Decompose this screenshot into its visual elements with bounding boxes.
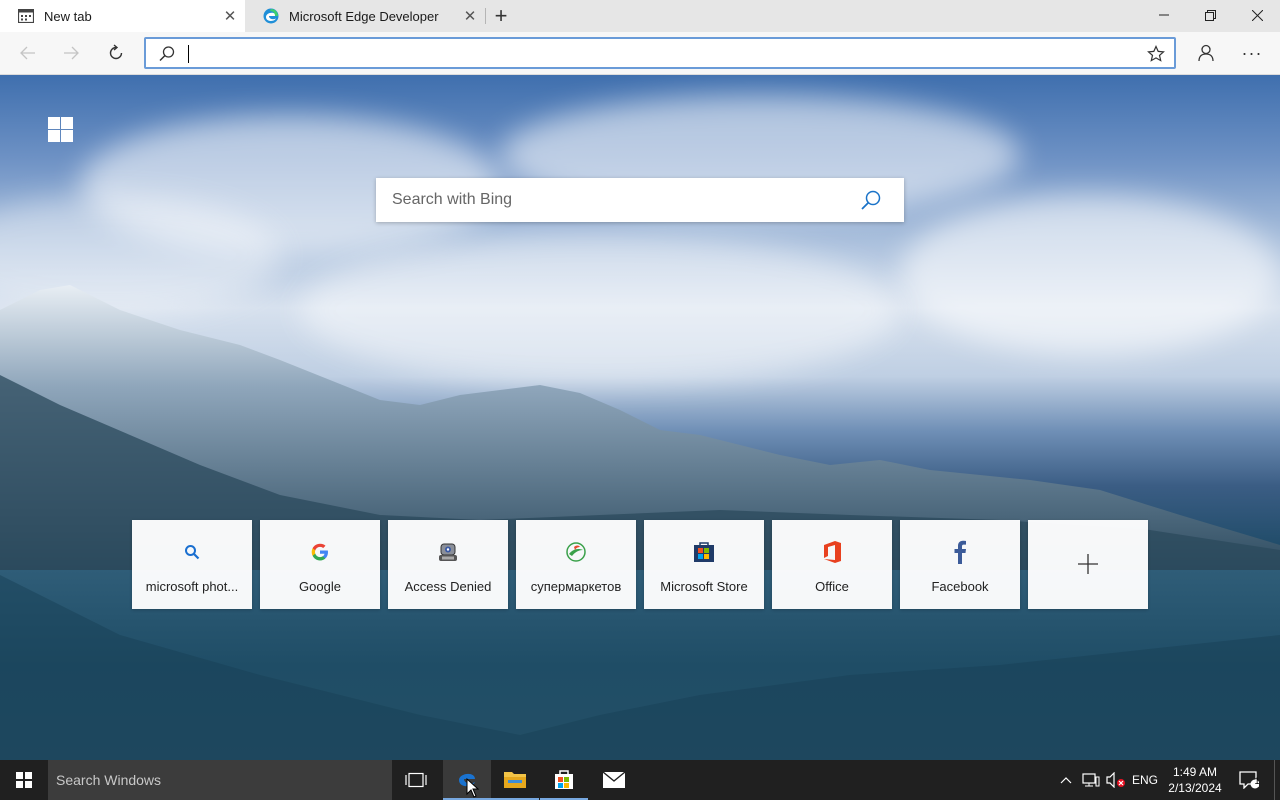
close-tab-icon[interactable]: ✕ [215, 0, 245, 32]
leaf-logo-icon [564, 540, 588, 564]
network-icon[interactable] [1080, 760, 1102, 800]
file-explorer-button[interactable] [491, 760, 539, 800]
action-center-button[interactable]: 1 [1232, 760, 1266, 800]
clock-time: 1:49 AM [1172, 765, 1218, 779]
browser-toolbar: ··· [0, 32, 1280, 75]
office-icon [820, 540, 844, 564]
restore-button[interactable] [1187, 0, 1233, 30]
bing-search-box[interactable] [376, 178, 904, 222]
taskbar-search-box[interactable]: Search Windows [48, 760, 392, 800]
notification-count-badge: 1 [1254, 776, 1260, 786]
favorite-star-icon[interactable] [1146, 44, 1166, 64]
tab-strip: New tab ✕ Microsoft Edge Developer ✕ + [0, 0, 1280, 32]
tab-label: Microsoft Edge Developer [289, 8, 439, 24]
refresh-button[interactable] [100, 38, 132, 68]
clock-date: 2/13/2024 [1168, 781, 1222, 795]
facebook-icon [948, 540, 972, 564]
quick-link-label: Access Denied [404, 579, 492, 594]
quick-link-label: Office [815, 579, 849, 594]
quick-link-tile[interactable]: Office [772, 520, 892, 609]
quick-link-label: Microsoft Store [660, 579, 748, 594]
mail-button[interactable] [590, 760, 638, 800]
close-window-button[interactable] [1234, 0, 1280, 30]
profile-button[interactable] [1192, 39, 1220, 67]
taskbar-clock[interactable]: 1:49 AM 2/13/2024 [1162, 760, 1228, 800]
edge-logo-icon [263, 8, 279, 24]
search-icon [158, 45, 176, 63]
search-icon[interactable] [860, 189, 882, 211]
tab-new-tab[interactable]: New tab ✕ [0, 0, 245, 32]
windows-logo [48, 117, 73, 142]
show-hidden-icons-button[interactable] [1056, 760, 1076, 800]
address-input[interactable] [188, 42, 1128, 64]
quick-link-tile[interactable]: Google [260, 520, 380, 609]
quick-link-label: Facebook [931, 579, 989, 594]
robot-icon [436, 540, 460, 564]
text-caret [188, 45, 189, 63]
quick-link-tile[interactable]: microsoft phot... [132, 520, 252, 609]
google-logo-icon [308, 540, 332, 564]
new-tab-button[interactable]: + [486, 0, 516, 32]
volume-muted-icon[interactable] [1104, 760, 1128, 800]
quick-link-tile[interactable]: Microsoft Store [644, 520, 764, 609]
minimize-button[interactable] [1141, 0, 1187, 30]
quick-link-tile[interactable]: супермаркетов [516, 520, 636, 609]
quick-link-label: Google [299, 579, 341, 594]
forward-button[interactable] [55, 38, 87, 68]
taskbar-search-placeholder: Search Windows [56, 772, 162, 788]
settings-more-button[interactable]: ··· [1238, 39, 1266, 67]
windows-logo-icon [16, 772, 32, 788]
quick-links: microsoft phot... Google Access Denied с… [132, 520, 1148, 609]
quick-link-label: microsoft phot... [145, 579, 239, 594]
input-language-indicator[interactable]: ENG [1130, 760, 1160, 800]
tab-label: New tab [44, 8, 92, 24]
new-tab-page-icon [18, 8, 34, 24]
add-quick-link-tile[interactable] [1028, 520, 1148, 609]
start-button[interactable] [0, 760, 48, 800]
mouse-cursor-icon [466, 778, 480, 798]
tab-edge-developer[interactable]: Microsoft Edge Developer ✕ [245, 0, 485, 32]
task-view-button[interactable] [392, 760, 440, 800]
new-tab-page: microsoft phot... Google Access Denied с… [0, 75, 1280, 760]
show-desktop-button[interactable] [1274, 760, 1280, 800]
bing-search-input[interactable] [392, 189, 842, 211]
address-bar[interactable] [144, 37, 1176, 69]
quick-link-label: супермаркетов [530, 579, 622, 594]
back-button[interactable] [12, 38, 44, 68]
close-tab-icon[interactable]: ✕ [455, 0, 485, 32]
plus-icon [1076, 552, 1100, 576]
store-taskbar-button[interactable] [540, 760, 588, 800]
windows-taskbar: Search Windows ENG 1:49 AM 2/13/2024 1 [0, 760, 1280, 800]
quick-link-tile[interactable]: Access Denied [388, 520, 508, 609]
quick-link-tile[interactable]: Facebook [900, 520, 1020, 609]
search-icon [180, 540, 204, 564]
store-icon [692, 540, 716, 564]
